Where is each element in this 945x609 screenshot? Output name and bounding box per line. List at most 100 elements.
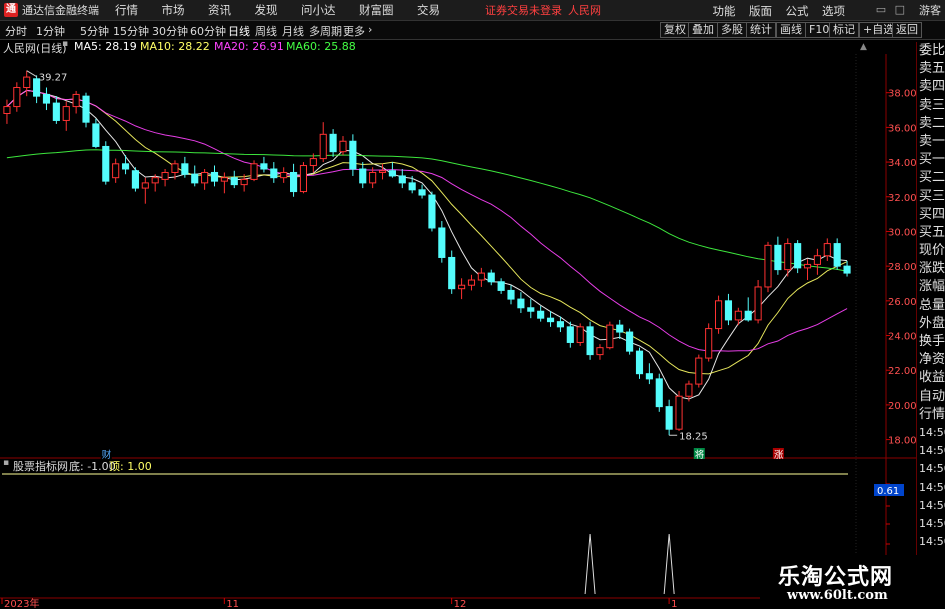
- y-tick-label: 20.00: [888, 401, 916, 412]
- period-60min[interactable]: 60分钟: [190, 23, 226, 39]
- candle-body: [359, 168, 367, 184]
- collapse-icon[interactable]: ▲: [860, 42, 867, 52]
- y-tick-label: 26.00: [888, 297, 916, 308]
- y-tick-label: 30.00: [888, 227, 916, 238]
- candle-body: [734, 310, 742, 321]
- candle-body: [586, 326, 594, 356]
- notice-stock-name: 人民网: [568, 4, 601, 17]
- side-panel-item[interactable]: 自动: [917, 388, 945, 406]
- candle-body: [616, 324, 624, 333]
- overlay-button[interactable]: 叠加: [688, 22, 718, 38]
- candle-body: [645, 373, 653, 380]
- side-panel-item: 买四: [919, 206, 945, 222]
- side-panel-item[interactable]: 行情: [917, 406, 945, 424]
- watermark: 乐淘公式网 www.60lt.com: [760, 555, 945, 609]
- indicator-value: 0.61: [877, 486, 899, 497]
- side-panel-item: 买二: [919, 170, 945, 186]
- candle-body: [349, 140, 357, 170]
- menu-quotes[interactable]: 行情: [115, 3, 138, 17]
- side-panel-item: 收益: [919, 370, 945, 386]
- period-daily[interactable]: 日线: [228, 23, 250, 39]
- candle-body: [201, 171, 209, 184]
- period-more[interactable]: 更多: [343, 23, 365, 39]
- period-monthly[interactable]: 月线: [282, 23, 304, 39]
- candle-body: [507, 289, 515, 300]
- stats-button[interactable]: 统计: [746, 22, 776, 38]
- indicator-marker-icon: ▪: [3, 458, 10, 468]
- candle-body: [299, 165, 308, 193]
- menu-discover[interactable]: 发现: [255, 3, 278, 17]
- trade-login-notice[interactable]: 证券交易未登录: [485, 2, 562, 18]
- period-toolbar: 分时 1分钟 5分钟 15分钟 30分钟 60分钟 日线 周线 月线 多周期 更…: [0, 21, 945, 40]
- candle-body: [813, 255, 821, 265]
- side-panel-item: 涨幅: [919, 279, 945, 295]
- side-panel-item: 现价: [919, 243, 945, 259]
- candle-body: [250, 163, 258, 180]
- candle-body: [240, 178, 248, 186]
- menu-formula[interactable]: 公式: [786, 4, 809, 18]
- guest-label[interactable]: 游客: [919, 2, 941, 18]
- x-tick-label: 11: [226, 599, 239, 609]
- period-weekly[interactable]: 周线: [255, 23, 277, 39]
- menu-options[interactable]: 选项: [822, 4, 845, 18]
- side-panel-item: 买一: [919, 152, 945, 168]
- adjust-button[interactable]: 复权: [660, 22, 690, 38]
- indicator-spike: [663, 533, 675, 595]
- candle-body: [418, 189, 426, 196]
- candle-body: [458, 284, 466, 290]
- chevron-right-icon[interactable]: ›: [368, 23, 372, 36]
- ma60-line: [6, 149, 848, 272]
- menu-news[interactable]: 资讯: [208, 3, 231, 17]
- minimize-icon[interactable]: ▭: [876, 3, 886, 16]
- candle-body: [23, 76, 31, 88]
- candle-body: [220, 177, 228, 182]
- menu-layout[interactable]: 版面: [749, 4, 772, 18]
- low-label: 18.25: [679, 431, 708, 442]
- candle-body: [685, 383, 693, 397]
- candle-body: [467, 279, 476, 286]
- candle-body: [378, 170, 387, 173]
- back-button[interactable]: 返回: [892, 22, 922, 38]
- candle-body: [527, 307, 535, 312]
- quote-side-panel: 委比 卖五 卖四 卖三 卖二 卖一 买一 买二 买三 买四 买五 现价 涨跌 涨幅 总量 外盘 换手 净资 收益 自动…: [916, 42, 945, 609]
- candle-body: [52, 102, 60, 121]
- period-tick[interactable]: 分时: [5, 23, 27, 39]
- period-30min[interactable]: 30分钟: [152, 23, 188, 39]
- menu-function[interactable]: 功能: [713, 4, 736, 18]
- candle-body: [121, 163, 130, 170]
- ma60-label: MA60: 25.88: [286, 40, 356, 53]
- multi-stock-button[interactable]: 多股: [717, 22, 747, 38]
- candle-body: [191, 173, 199, 184]
- side-panel-item: 卖五: [919, 61, 945, 77]
- candle-body: [665, 406, 673, 430]
- ma5-label: MA5: 28.19: [74, 40, 137, 53]
- mark-button[interactable]: 标记: [829, 22, 859, 38]
- candle-body: [210, 171, 219, 182]
- candle-body: [3, 106, 11, 115]
- candle-body: [566, 326, 574, 343]
- candle-body: [82, 95, 90, 123]
- candlestick-chart[interactable]: 38.00 36.00 34.00 32.00 30.00 28.00 26.00 24.00…: [0, 54, 916, 609]
- period-15min[interactable]: 15分钟: [113, 23, 149, 39]
- side-panel-item: 14:50: [919, 516, 945, 530]
- candle-body: [280, 171, 288, 179]
- candle-body: [774, 244, 782, 271]
- menu-trade[interactable]: 交易: [417, 3, 440, 17]
- candle-body: [448, 256, 456, 290]
- candle-body: [369, 171, 377, 184]
- draw-line-button[interactable]: 画线: [776, 22, 806, 38]
- period-1min[interactable]: 1分钟: [36, 23, 65, 39]
- period-5min[interactable]: 5分钟: [80, 23, 109, 39]
- period-multi[interactable]: 多周期: [309, 23, 342, 39]
- menu-ask[interactable]: 问小达: [301, 3, 336, 17]
- side-panel-item: 14:50: [919, 444, 945, 458]
- side-panel-item: 涨跌: [919, 261, 945, 277]
- side-panel-item: 委比: [919, 43, 945, 58]
- candle-body: [744, 310, 752, 321]
- y-tick-label: 34.00: [888, 158, 916, 169]
- menu-wealth[interactable]: 财富圈: [359, 3, 394, 17]
- restore-icon[interactable]: □: [895, 3, 905, 16]
- main-menu: 行情 市场 资讯 发现 问小达 财富圈 交易: [115, 2, 460, 18]
- candle-body: [784, 243, 792, 271]
- menu-market[interactable]: 市场: [162, 3, 185, 17]
